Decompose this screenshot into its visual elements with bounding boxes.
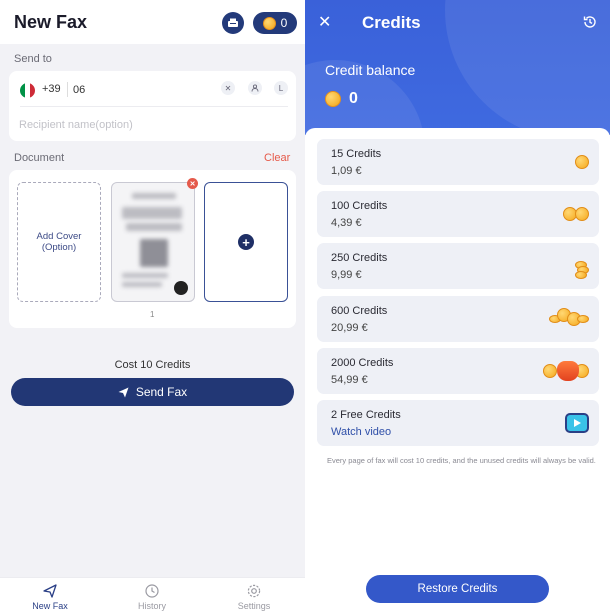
close-icon[interactable]: ✕ (318, 12, 331, 32)
remove-page-icon[interactable]: ✕ (187, 178, 198, 189)
document-card: Add Cover (Option) ✕ + 1 (9, 170, 296, 328)
recipient-name-input[interactable] (19, 116, 279, 134)
history-icon[interactable] (582, 14, 598, 30)
credits-pill[interactable]: 0 (253, 12, 297, 34)
send-icon (118, 387, 129, 397)
plus-icon: + (238, 234, 254, 250)
balance-value: 0 (349, 90, 358, 107)
clear-input-icon[interactable]: ✕ (221, 81, 235, 95)
coin-stack-icon (573, 253, 589, 279)
clear-button[interactable]: Clear (264, 152, 290, 164)
watch-video-link[interactable]: Watch video (331, 426, 391, 438)
fax-machine-button[interactable] (222, 12, 244, 34)
send-icon (43, 584, 57, 598)
fax-number-input[interactable] (73, 80, 203, 100)
country-code[interactable]: +39 (42, 83, 61, 95)
tab-history[interactable]: History (122, 583, 182, 611)
page-thumbnail[interactable] (111, 182, 195, 302)
send-fax-button[interactable]: Send Fax (11, 378, 294, 406)
credits-note: Every page of fax will cost 10 credits, … (327, 456, 596, 465)
credits-header: ✕ Credits Credit balance 0 (305, 0, 610, 135)
package-price: 4,39 € (331, 217, 362, 229)
document-label: Document (14, 152, 65, 164)
add-cover-button[interactable]: Add Cover (Option) (17, 182, 101, 302)
cost-text: Cost 10 Credits (114, 359, 191, 371)
send-to-label: Send to (14, 53, 52, 65)
package-name: 250 Credits (331, 252, 388, 264)
balance-display: 0 (325, 90, 358, 108)
package-2000-credits[interactable]: 2000 Credits 54,99 € (317, 348, 599, 394)
credit-count: 0 (280, 16, 288, 30)
credits-screen: ✕ Credits Credit balance 0 15 Credits 1,… (305, 0, 610, 616)
package-name: 100 Credits (331, 200, 388, 212)
tab-new-fax[interactable]: New Fax (20, 583, 80, 611)
page-number: 1 (150, 310, 155, 319)
coin-icon (325, 91, 341, 107)
package-name: 15 Credits (331, 148, 382, 160)
tab-settings[interactable]: Settings (224, 583, 284, 611)
page-title: Credits (362, 13, 421, 32)
contact-icon[interactable] (248, 81, 262, 95)
two-coins-icon (563, 201, 589, 227)
package-price: 20,99 € (331, 322, 368, 334)
divider (20, 106, 288, 107)
add-cover-label: Add Cover (Option) (36, 230, 82, 253)
recipient-card: +39 ✕ L (9, 71, 296, 141)
add-page-button[interactable]: + (204, 182, 288, 302)
package-price: 1,09 € (331, 165, 362, 177)
recent-number-icon[interactable]: L (274, 81, 288, 95)
package-name: 2000 Credits (331, 357, 394, 369)
restore-label: Restore Credits (417, 583, 498, 595)
bottom-tab-bar: New Fax History Settings (0, 577, 305, 616)
fax-icon (228, 18, 238, 27)
package-250-credits[interactable]: 250 Credits 9,99 € (317, 243, 599, 289)
coin-pile-icon (549, 306, 589, 332)
balance-label: Credit balance (325, 62, 416, 78)
tab-label: Settings (237, 601, 271, 611)
package-15-credits[interactable]: 15 Credits 1,09 € (317, 139, 599, 185)
tab-label: New Fax (32, 601, 68, 611)
new-fax-screen: New Fax 0 Send to +39 ✕ L Document Clear (0, 0, 305, 616)
page-title: New Fax (14, 12, 88, 32)
video-tv-icon (565, 410, 589, 436)
restore-credits-button[interactable]: Restore Credits (366, 575, 549, 603)
italy-flag-icon[interactable] (20, 83, 35, 98)
settings-icon (247, 584, 261, 598)
package-price: 9,99 € (331, 269, 362, 281)
coin-bag-icon (543, 358, 589, 384)
package-price: 54,99 € (331, 374, 368, 386)
package-100-credits[interactable]: 100 Credits 4,39 € (317, 191, 599, 237)
divider (67, 82, 68, 97)
tab-label: History (137, 601, 166, 611)
coin-icon (575, 149, 589, 175)
package-600-credits[interactable]: 600 Credits 20,99 € (317, 296, 599, 342)
history-icon (145, 584, 159, 598)
package-name: 600 Credits (331, 305, 388, 317)
coin-icon (262, 16, 276, 30)
package-name: 2 Free Credits (331, 409, 401, 421)
header: New Fax 0 (0, 0, 305, 44)
package-free-credits[interactable]: 2 Free Credits Watch video (317, 400, 599, 446)
send-fax-label: Send Fax (135, 385, 188, 399)
